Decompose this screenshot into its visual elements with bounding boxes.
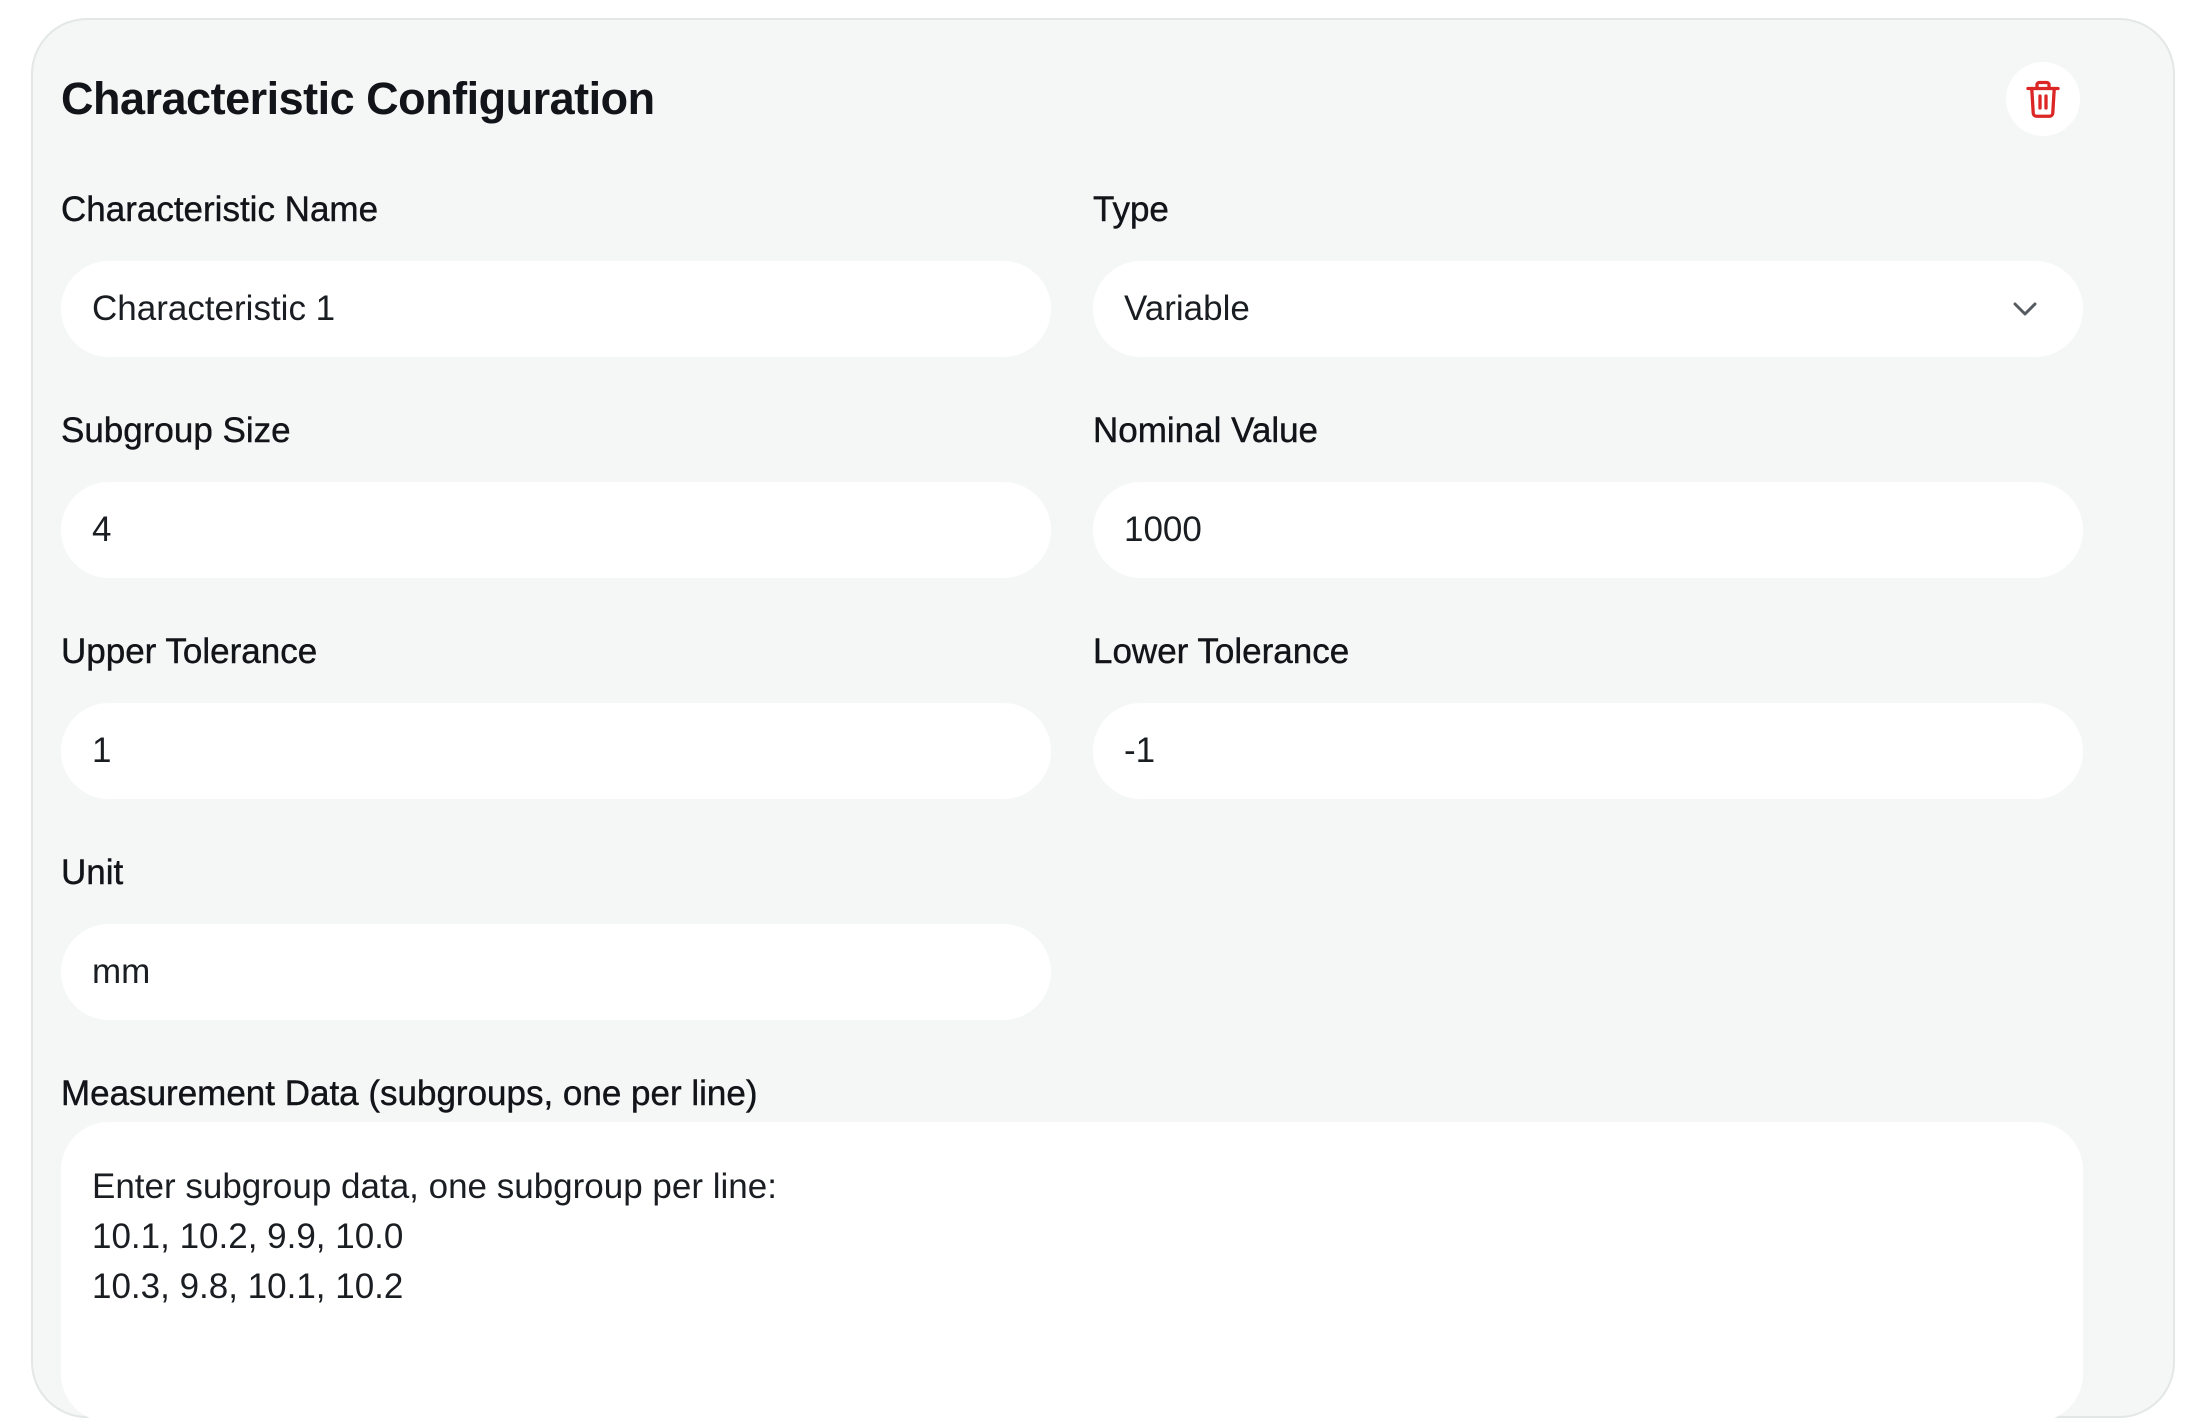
measurement-data-textarea[interactable]: Enter subgroup data, one subgroup per li…	[61, 1122, 2083, 1422]
card-title: Characteristic Configuration	[61, 73, 655, 124]
upper-tolerance-label: Upper Tolerance	[61, 632, 318, 671]
lower-tolerance-input[interactable]: -1	[1093, 703, 2083, 799]
unit-label: Unit	[61, 853, 124, 892]
measurement-data-label: Measurement Data (subgroups, one per lin…	[61, 1074, 758, 1113]
lower-tolerance-label: Lower Tolerance	[1093, 632, 1350, 671]
unit-value: mm	[92, 952, 151, 991]
subgroup-size-label: Subgroup Size	[61, 411, 291, 450]
delete-button[interactable]	[2006, 62, 2080, 136]
upper-tolerance-value: 1	[92, 731, 112, 770]
nominal-value-value: 1000	[1124, 510, 1202, 549]
lower-tolerance-value: -1	[1124, 731, 1156, 770]
nominal-value-input[interactable]: 1000	[1093, 482, 2083, 578]
subgroup-size-input[interactable]: 4	[61, 482, 1051, 578]
characteristic-name-value: Characteristic 1	[92, 289, 336, 328]
trash-icon	[2026, 80, 2060, 118]
type-select[interactable]: Variable	[1093, 261, 2083, 357]
type-label: Type	[1093, 190, 1169, 229]
type-value: Variable	[1124, 289, 1250, 328]
subgroup-size-value: 4	[92, 510, 112, 549]
upper-tolerance-input[interactable]: 1	[61, 703, 1051, 799]
chevron-down-icon	[2011, 300, 2039, 318]
characteristic-name-label: Characteristic Name	[61, 190, 379, 229]
characteristic-name-input[interactable]: Characteristic 1	[61, 261, 1051, 357]
unit-input[interactable]: mm	[61, 924, 1051, 1020]
nominal-value-label: Nominal Value	[1093, 411, 1319, 450]
